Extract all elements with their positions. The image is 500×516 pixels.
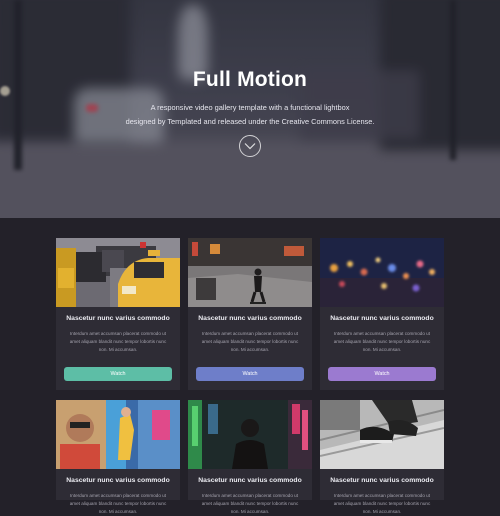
page-title: Full Motion bbox=[192, 68, 308, 91]
taxi-street-image bbox=[56, 238, 180, 307]
watch-button[interactable]: Watch bbox=[328, 367, 436, 381]
card-description: Interdum amet accumsan placerat commodo … bbox=[330, 492, 434, 516]
card-text-line: non. Mi accumsan. bbox=[98, 347, 138, 352]
video-card: Nascetur nunc varius commodo Interdum am… bbox=[56, 238, 180, 390]
watch-button[interactable]: Watch bbox=[64, 367, 172, 381]
card-title: Nascetur nunc varius commodo bbox=[330, 477, 434, 484]
video-thumbnail[interactable] bbox=[188, 238, 312, 307]
card-text-line: non. Mi accumsan. bbox=[98, 509, 138, 514]
card-text-line: Interdum amet accumsan placerat commodo … bbox=[333, 493, 430, 498]
video-card: Nascetur nunc varius commodo Interdum am… bbox=[320, 400, 444, 514]
card-text-line: amet aliquam blandit nunc tempor loborti… bbox=[69, 501, 167, 506]
card-title: Nascetur nunc varius commodo bbox=[66, 477, 170, 484]
card-text-line: amet aliquam blandit nunc tempor loborti… bbox=[201, 339, 299, 344]
card-text-line: amet aliquam blandit nunc tempor loborti… bbox=[333, 339, 431, 344]
card-text-line: Interdum amet accumsan placerat commodo … bbox=[69, 493, 166, 498]
video-card: Nascetur nunc varius commodo Interdum am… bbox=[56, 400, 180, 514]
card-text-line: amet aliquam blandit nunc tempor loborti… bbox=[201, 501, 299, 506]
watch-button[interactable]: Watch bbox=[196, 367, 304, 381]
card-text-line: Interdum amet accumsan placerat commodo … bbox=[69, 331, 166, 336]
neon-person-image bbox=[188, 400, 312, 469]
hero-description: A responsive video gallery template with… bbox=[110, 101, 390, 129]
hero-description-line: A responsive video gallery template with… bbox=[150, 103, 350, 112]
card-description: Interdum amet accumsan placerat commodo … bbox=[198, 492, 302, 516]
card-description: Interdum amet accumsan placerat commodo … bbox=[198, 330, 302, 354]
video-thumbnail[interactable] bbox=[320, 238, 444, 307]
hero-description-line: designed by Templated and released under… bbox=[125, 117, 375, 126]
skateboarder-image bbox=[188, 238, 312, 307]
video-thumbnail[interactable] bbox=[188, 400, 312, 469]
video-card: Nascetur nunc varius commodo Interdum am… bbox=[320, 238, 444, 390]
graffiti-image bbox=[56, 400, 180, 469]
card-text-line: Interdum amet accumsan placerat commodo … bbox=[201, 493, 298, 498]
card-title: Nascetur nunc varius commodo bbox=[198, 315, 302, 322]
card-text-line: Interdum amet accumsan placerat commodo … bbox=[333, 331, 430, 336]
card-description: Interdum amet accumsan placerat commodo … bbox=[66, 492, 170, 516]
card-text-line: Interdum amet accumsan placerat commodo … bbox=[201, 331, 298, 336]
card-text-line: non. Mi accumsan. bbox=[230, 509, 270, 514]
card-title: Nascetur nunc varius commodo bbox=[66, 315, 170, 322]
card-description: Interdum amet accumsan placerat commodo … bbox=[330, 330, 434, 354]
card-text-line: non. Mi accumsan. bbox=[362, 347, 402, 352]
city-lights-image bbox=[320, 238, 444, 307]
card-title: Nascetur nunc varius commodo bbox=[330, 315, 434, 322]
card-description: Interdum amet accumsan placerat commodo … bbox=[66, 330, 170, 354]
video-thumbnail[interactable] bbox=[56, 400, 180, 469]
card-text-line: amet aliquam blandit nunc tempor loborti… bbox=[333, 501, 431, 506]
video-card: Nascetur nunc varius commodo Interdum am… bbox=[188, 238, 312, 390]
sneakers-image bbox=[320, 400, 444, 469]
card-title: Nascetur nunc varius commodo bbox=[198, 477, 302, 484]
card-text-line: non. Mi accumsan. bbox=[362, 509, 402, 514]
video-thumbnail[interactable] bbox=[320, 400, 444, 469]
hero-banner: Full Motion A responsive video gallery t… bbox=[0, 0, 500, 218]
card-text-line: non. Mi accumsan. bbox=[230, 347, 270, 352]
scroll-down-button[interactable] bbox=[239, 135, 261, 157]
video-card: Nascetur nunc varius commodo Interdum am… bbox=[188, 400, 312, 514]
video-thumbnail[interactable] bbox=[56, 238, 180, 307]
chevron-down-icon bbox=[244, 143, 256, 150]
card-text-line: amet aliquam blandit nunc tempor loborti… bbox=[69, 339, 167, 344]
